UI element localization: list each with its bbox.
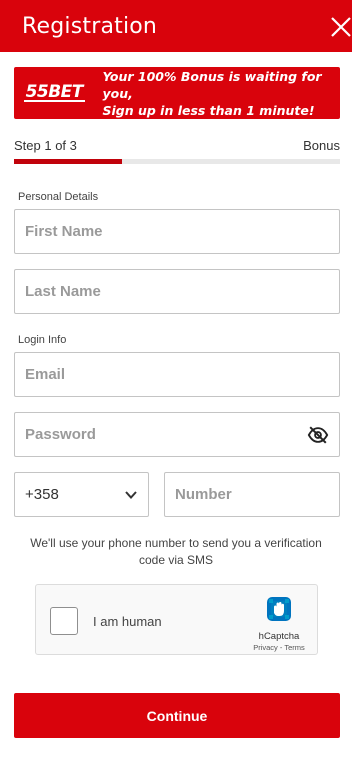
- close-icon[interactable]: [328, 12, 352, 40]
- phone-number-placeholder: Number: [175, 486, 232, 503]
- bonus-banner: 55BET Your 100% Bonus is waiting for you…: [14, 67, 340, 119]
- country-code-select[interactable]: +358: [14, 472, 149, 517]
- step-progress-fill: [14, 159, 122, 164]
- hcaptcha-branding: hCaptcha Privacy - Terms: [249, 593, 309, 652]
- phone-number-field[interactable]: Number: [164, 472, 340, 517]
- password-field[interactable]: Password: [14, 412, 340, 457]
- current-step-label: Step 1 of 3: [14, 138, 77, 153]
- email-placeholder: Email: [25, 366, 66, 383]
- sms-verification-note: We'll use your phone number to send you …: [30, 536, 322, 567]
- registration-header: Registration: [0, 0, 352, 52]
- password-placeholder: Password: [25, 426, 96, 443]
- email-field[interactable]: Email: [14, 352, 340, 397]
- first-name-field[interactable]: First Name: [14, 209, 340, 254]
- hcaptcha-brand-name: hCaptcha: [258, 631, 300, 642]
- page-title: Registration: [22, 13, 158, 39]
- first-name-placeholder: First Name: [25, 223, 103, 240]
- promo-text: Your 100% Bonus is waiting for you, Sign…: [102, 68, 340, 119]
- personal-details-label: Personal Details: [18, 191, 99, 203]
- login-info-label: Login Info: [18, 334, 67, 346]
- captcha-checkbox[interactable]: [50, 607, 78, 635]
- promo-line-1: Your 100% Bonus is waiting for you,: [102, 68, 322, 101]
- last-name-placeholder: Last Name: [25, 283, 101, 300]
- hcaptcha-privacy-terms[interactable]: Privacy - Terms: [249, 643, 309, 652]
- hcaptcha-logo-icon: [267, 597, 291, 621]
- captcha-label: I am human: [93, 614, 162, 629]
- eye-slash-icon[interactable]: [307, 424, 329, 446]
- step-progress-bar: [14, 159, 340, 164]
- chevron-down-icon: [125, 491, 137, 499]
- brand-logo: 55BET: [14, 67, 94, 119]
- promo-line-2: Sign up in less than 1 minute!: [102, 102, 315, 118]
- hcaptcha-widget: I am human hCaptcha Privacy - Terms: [35, 584, 318, 655]
- last-name-field[interactable]: Last Name: [14, 269, 340, 314]
- brand-logo-text: 55BET: [23, 82, 85, 102]
- next-step-label: Bonus: [303, 138, 340, 153]
- country-code-value: +358: [25, 486, 59, 503]
- step-indicator: Step 1 of 3 Bonus: [14, 138, 340, 153]
- continue-button[interactable]: Continue: [14, 693, 340, 738]
